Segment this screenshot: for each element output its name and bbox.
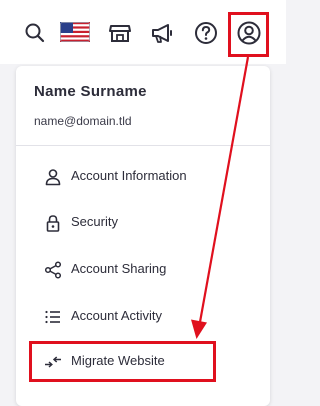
menu-item-account-sharing[interactable]: Account Sharing [16,250,270,290]
share-icon [43,260,63,280]
help-icon[interactable] [193,20,219,46]
migrate-highlight-box [29,341,216,382]
divider [16,145,270,146]
menu-item-security[interactable]: Security [16,203,270,243]
menu-item-label: Account Activity [71,308,163,323]
megaphone-icon[interactable] [149,20,175,46]
menu-item-account-information[interactable]: Account Information [16,157,270,197]
menu-item-account-activity[interactable]: Account Activity [16,297,270,337]
menu-item-label: Account Sharing [71,261,167,276]
store-icon[interactable] [107,20,133,46]
menu-item-label: Account Information [71,168,187,183]
user-email: name@domain.tld [34,114,132,128]
account-highlight-box [228,12,269,57]
search-icon[interactable] [22,20,48,46]
lock-icon [43,213,63,233]
user-icon [43,167,63,187]
list-icon [43,307,63,327]
user-name: Name Surname [34,83,147,100]
menu-item-label: Security [71,214,118,229]
us-flag-icon[interactable] [60,22,90,42]
